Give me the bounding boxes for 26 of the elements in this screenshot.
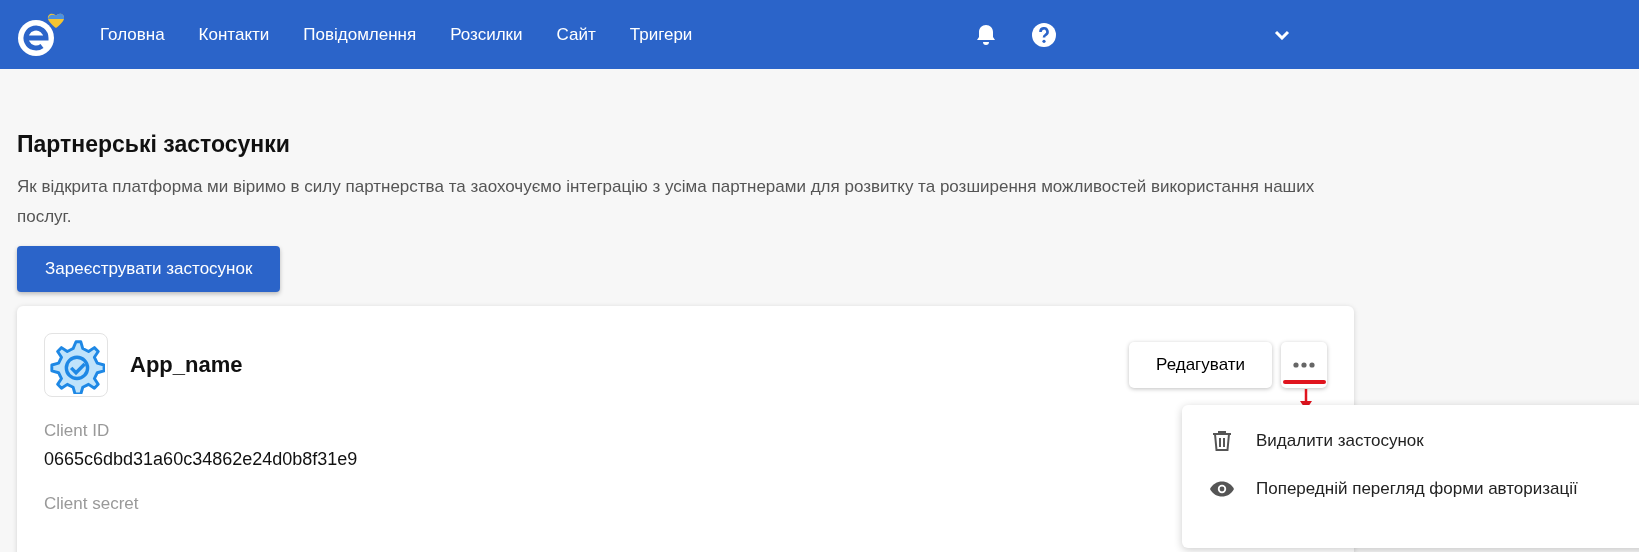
app-name: App_name	[130, 352, 243, 378]
help-icon[interactable]	[1032, 22, 1057, 47]
nav-link[interactable]: Контакти	[198, 24, 270, 45]
chevron-down-icon[interactable]	[1274, 29, 1291, 40]
more-icon	[1293, 362, 1315, 368]
trash-icon	[1210, 430, 1234, 452]
page-description: Як відкрита платформа ми віримо в силу партнерства та заохочуємо інтеграцію з усіма партнерами для розвитку та розширення можливостей використання наших послуг.	[17, 176, 1316, 228]
field-label: Client ID	[44, 421, 111, 441]
more-options-button[interactable]	[1281, 342, 1327, 388]
nav-link[interactable]: Розсилки	[450, 24, 523, 45]
menu-item-label: Видалити застосунок	[1256, 431, 1424, 451]
menu-item-label: Попередній перегляд форми авторизації	[1256, 479, 1578, 499]
nav-link[interactable]: Сайт	[556, 24, 596, 45]
nav-link[interactable]: Головна	[100, 24, 165, 45]
edit-button[interactable]: Редагувати	[1129, 342, 1272, 388]
nav-link[interactable]: Повідомлення	[303, 24, 417, 45]
field-label: Client secret	[44, 494, 140, 514]
nav-link[interactable]: Тригери	[629, 24, 693, 45]
menu-item[interactable]: Попередній перегляд форми авторизації	[1210, 465, 1639, 513]
field-value: 0665c6dbd31a60c34862e24d0b8f31e9	[44, 449, 359, 470]
menu-item[interactable]: Видалити застосунок	[1210, 417, 1639, 465]
gear-check-icon	[44, 333, 108, 397]
highlight-underline	[1283, 380, 1326, 384]
page-title: Партнерські застосунки	[17, 131, 291, 158]
register-app-button[interactable]: Зареєструвати застосунок	[17, 246, 281, 292]
eye-icon	[1210, 481, 1234, 497]
